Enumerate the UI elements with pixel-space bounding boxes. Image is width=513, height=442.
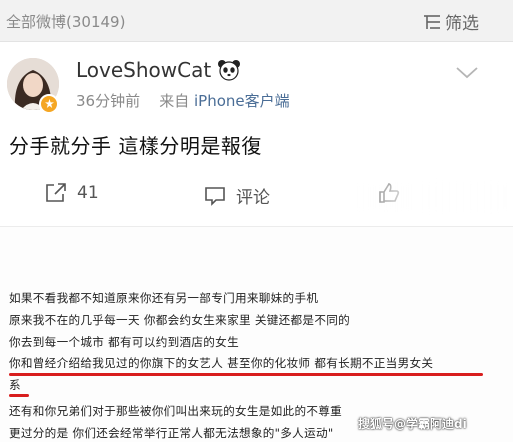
image-text-line: 还有和你兄弟们对于那些被你们叫出来玩的女生是如此的不尊重 [9,404,343,418]
username[interactable]: LoveShowCat [76,58,211,82]
panda-icon [217,59,241,81]
post-text: 分手就分手 這樣分明是報復 [9,134,262,158]
image-text-line: 更过分的是 你们还会经常举行正常人都无法想象的"多人运动" [9,426,334,440]
post-time: 36分钟前 [76,92,141,110]
share-icon [45,183,67,203]
username-row: LoveShowCat [76,58,241,82]
chevron-down-icon[interactable] [456,64,478,79]
top-bar: 全部微博(30149) 筛选 [0,0,513,42]
comment-label: 评论 [236,188,270,208]
repost-button[interactable]: 41 [45,183,99,203]
post-meta: 36分钟前 来自 iPhone客户端 [76,90,290,111]
source-prefix: 来自 [159,92,190,110]
red-underline [9,373,483,376]
repost-count: 41 [77,183,99,203]
all-weibo-count[interactable]: 全部微博(30149) [6,11,125,32]
blurred-area [358,182,508,212]
filter-icon [423,14,441,30]
image-text-line: 你去到每一个城市 都有可以约到酒店的女生 [9,335,239,349]
filter-button[interactable]: 筛选 [423,9,479,34]
comment-icon [204,186,226,206]
filter-label: 筛选 [445,14,479,34]
embedded-image[interactable]: 如果不看我都不知道原来你还有另一部专门用来聊妹的手机 原来我不在的几乎每一天 你… [0,227,513,442]
red-underline [9,394,29,397]
image-text-line: 你和曾经介绍给我见过的你旗下的女艺人 甚至你的化妆师 都有长期不正当男女关 [9,356,434,370]
verified-badge-icon [39,94,59,114]
image-text-line: 如果不看我都不知道原来你还有另一部专门用来聊妹的手机 [9,291,319,305]
image-text-line: 原来我不在的几乎每一天 你都会约女生来家里 关键还都是不同的 [9,313,350,327]
post-source[interactable]: iPhone客户端 [194,92,290,110]
watermark: 搜狐号@学霸阿迪di [358,417,467,431]
image-text-line: 系 [9,378,21,392]
comment-button[interactable]: 评论 [204,183,270,208]
